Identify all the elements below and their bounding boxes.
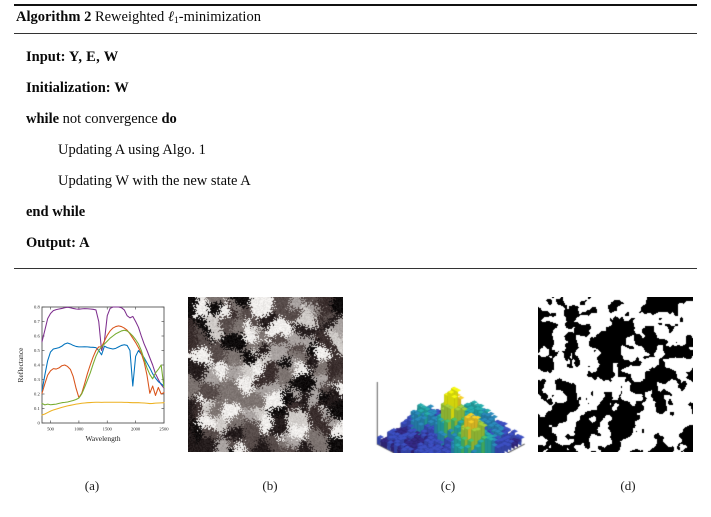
algorithm-label: Algorithm [16, 9, 81, 25]
output-keyword: Output: [26, 235, 76, 252]
y-tick-label: 0.3 [34, 377, 40, 382]
x-tick-label: 1500 [103, 427, 113, 432]
y-tick-label: 0.1 [34, 406, 40, 411]
caption-b: (b) [262, 478, 278, 493]
panel-b-texture-image [188, 297, 343, 452]
y-tick-label: 0.6 [34, 334, 40, 339]
x-tick-label: 500 [47, 427, 55, 432]
parula-3d-surface-canvas [372, 295, 530, 453]
while-condition: not convergence [59, 111, 162, 128]
algorithm-title-prefix: Reweighted [94, 9, 168, 25]
x-axis-label: Wavelength [85, 434, 120, 443]
y-tick-label: 0.5 [34, 348, 40, 353]
caption-d: (d) [620, 478, 636, 493]
figure-row: 500 1000 1500 2000 2500 0 0.1 0.2 0.3 0.4 0.5 0.6 0.… [0, 288, 711, 517]
binary-mask-canvas [538, 297, 693, 452]
algorithm-block: Algorithm 2 Reweighted ℓ1-minimization I… [14, 4, 697, 270]
caption-c: (c) [440, 478, 456, 493]
algorithm-number: 2 [84, 9, 92, 25]
input-variables: Y, E, W [65, 49, 119, 66]
algorithm-line-while: while not convergence do [14, 104, 697, 135]
x-tick-label: 1000 [74, 427, 84, 432]
update-w-text: Updating W with the new state A [58, 173, 251, 190]
algorithm-line-initialization: Initialization: W [14, 73, 697, 104]
panel-c-surface-plot [372, 295, 530, 453]
y-tick-label: 0 [38, 421, 41, 426]
ell-symbol: ℓ1 [168, 9, 179, 26]
algorithm-line-update-w: Updating W with the new state A [14, 166, 697, 197]
y-tick-label: 0.4 [34, 363, 40, 368]
input-keyword: Input: [26, 49, 66, 66]
end-while-keyword: end while [26, 204, 86, 221]
output-variables: A [75, 235, 90, 252]
algorithm-body: Input: Y, E, W Initialization: W while n… [14, 34, 697, 259]
y-axis-label: Reflectance [16, 347, 25, 383]
algorithm-title: Algorithm 2 Reweighted ℓ1-minimization [14, 6, 697, 33]
y-tick-label: 0.2 [34, 392, 40, 397]
caption-a: (a) [84, 478, 100, 493]
panel-a-reflectance-chart: 500 1000 1500 2000 2500 0 0.1 0.2 0.3 0.4 0.5 0.6 0.… [12, 295, 172, 455]
y-tick-label: 0.8 [34, 305, 40, 310]
algorithm-line-output: Output: A [14, 228, 697, 259]
reflectance-line-chart: 500 1000 1500 2000 2500 0 0.1 0.2 0.3 0.4 0.5 0.6 0.… [16, 305, 169, 443]
update-a-text: Updating A using Algo. 1 [58, 142, 206, 159]
algorithm-line-end-while: end while [14, 197, 697, 228]
initialization-keyword: Initialization: [26, 80, 111, 97]
while-keyword: while [26, 111, 60, 128]
algorithm-line-input: Input: Y, E, W [14, 42, 697, 73]
algorithm-title-suffix: -minimization [178, 9, 261, 25]
algorithm-line-update-a: Updating A using Algo. 1 [14, 135, 697, 166]
x-tick-label: 2000 [131, 427, 141, 432]
grayscale-blob-texture-canvas [188, 297, 343, 452]
panel-d-binary-image [538, 297, 693, 452]
initialization-variables: W [110, 80, 130, 97]
y-tick-label: 0.7 [34, 319, 40, 324]
do-keyword: do [161, 111, 177, 128]
algorithm-bottom-rule [14, 268, 697, 270]
x-tick-label: 2500 [159, 427, 169, 432]
